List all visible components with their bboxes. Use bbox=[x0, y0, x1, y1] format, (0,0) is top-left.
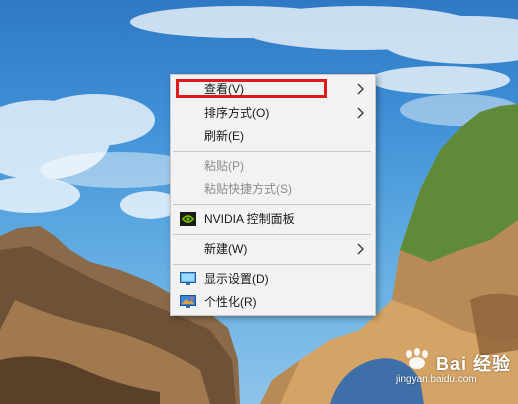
menu-item-refresh[interactable]: 刷新(E) bbox=[171, 125, 375, 147]
menu-item-personalize[interactable]: 个性化(R) bbox=[171, 291, 375, 313]
menu-item-view[interactable]: 查看(V) bbox=[171, 78, 375, 100]
menu-separator bbox=[173, 204, 371, 205]
menu-item-paste-shortcut[interactable]: 粘贴快捷方式(S) bbox=[171, 178, 375, 200]
menu-separator bbox=[173, 151, 371, 152]
menu-item-nvidia-control-panel[interactable]: NVIDIA 控制面板 bbox=[171, 208, 375, 230]
menu-item-view-label: 查看(V) bbox=[204, 82, 244, 96]
menu-item-personalize-label: 个性化(R) bbox=[204, 295, 257, 309]
display-settings-icon bbox=[180, 272, 196, 285]
menu-item-sort-by[interactable]: 排序方式(O) bbox=[171, 102, 375, 124]
menu-item-new[interactable]: 新建(W) bbox=[171, 238, 375, 260]
menu-item-refresh-label: 刷新(E) bbox=[204, 129, 244, 143]
chevron-right-icon bbox=[357, 243, 364, 255]
watermark-brand: Bai 经验 bbox=[436, 354, 512, 374]
menu-item-display-settings-label: 显示设置(D) bbox=[204, 272, 269, 286]
menu-item-paste-shortcut-label: 粘贴快捷方式(S) bbox=[204, 182, 292, 196]
baidu-jingyan-watermark: Bai 经验 jingyan.baidu.com bbox=[394, 344, 514, 400]
baidu-paw-logo bbox=[406, 348, 428, 369]
personalize-icon bbox=[180, 295, 196, 308]
watermark-url: jingyan.baidu.com bbox=[396, 374, 477, 385]
menu-separator bbox=[173, 234, 371, 235]
menu-separator bbox=[173, 264, 371, 265]
menu-item-sort-by-label: 排序方式(O) bbox=[204, 106, 270, 120]
menu-item-nvidia-label: NVIDIA 控制面板 bbox=[204, 212, 295, 226]
menu-item-new-label: 新建(W) bbox=[204, 242, 248, 256]
menu-item-paste-label: 粘贴(P) bbox=[204, 159, 244, 173]
menu-item-paste[interactable]: 粘贴(P) bbox=[171, 155, 375, 177]
nvidia-icon bbox=[180, 212, 196, 226]
menu-item-display-settings[interactable]: 显示设置(D) bbox=[171, 268, 375, 290]
chevron-right-icon bbox=[357, 83, 364, 95]
desktop-context-menu: 查看(V) 排序方式(O) 刷新(E) 粘贴(P) 粘贴快捷方式(S) NVID… bbox=[170, 74, 376, 316]
chevron-right-icon bbox=[357, 107, 364, 119]
desktop-wallpaper[interactable]: 查看(V) 排序方式(O) 刷新(E) 粘贴(P) 粘贴快捷方式(S) NVID… bbox=[0, 0, 518, 404]
